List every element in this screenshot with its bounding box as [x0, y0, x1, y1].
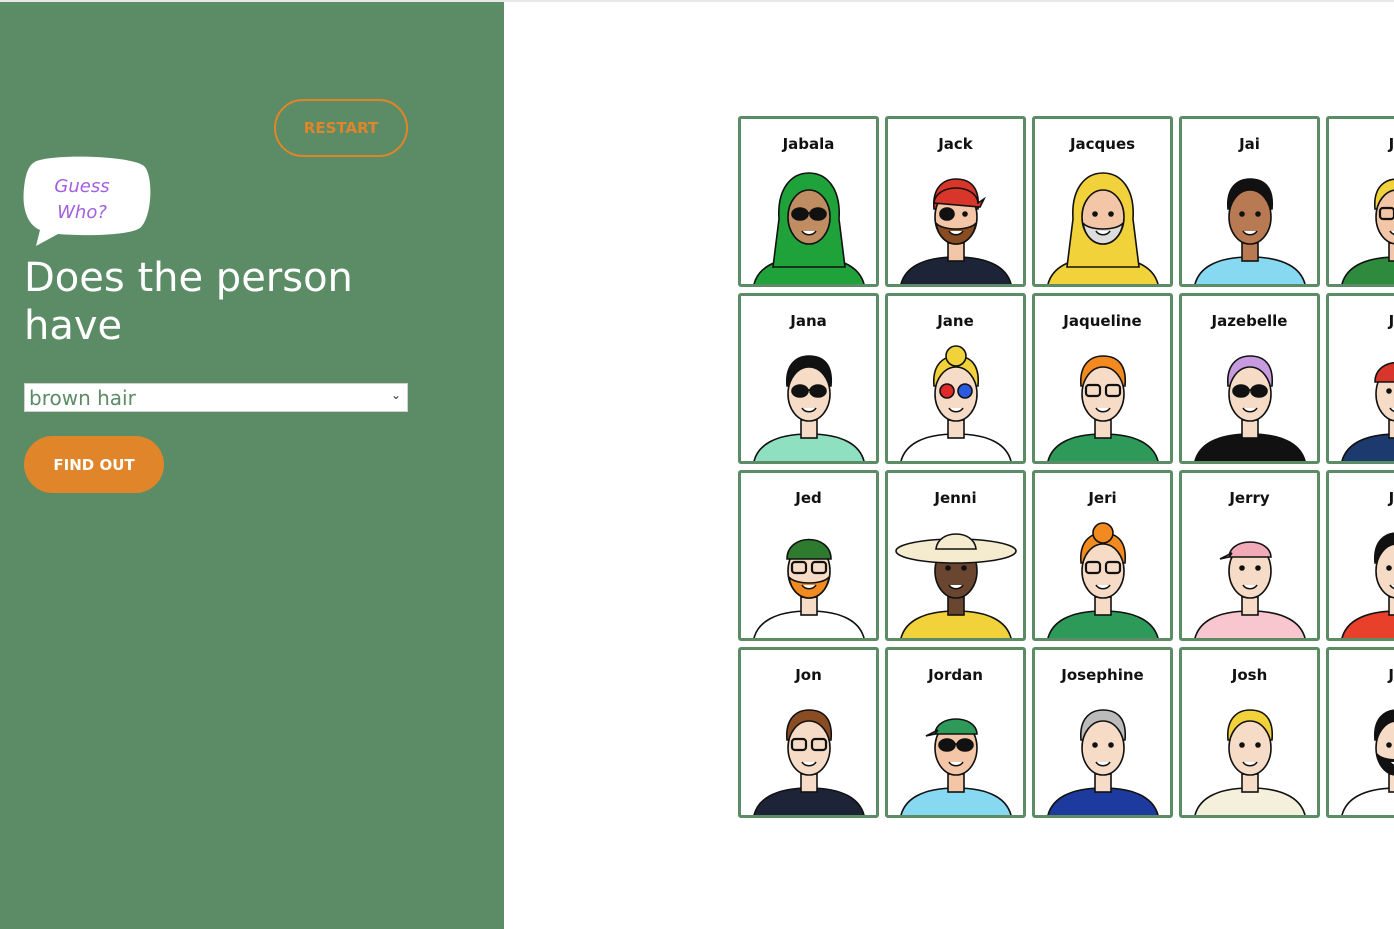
character-name: Jordan — [928, 666, 983, 684]
character-portrait-icon — [1047, 172, 1159, 284]
character-card[interactable]: Ja — [1326, 116, 1394, 287]
character-name: Josh — [1231, 666, 1268, 684]
portrait — [1341, 362, 1394, 461]
character-card[interactable]: Je — [1326, 293, 1394, 464]
chevron-down-icon: ⌄ — [390, 388, 401, 402]
character-name: Jane — [937, 312, 974, 330]
character-name: Ju — [1388, 666, 1394, 684]
character-card[interactable]: Jabala — [738, 116, 879, 287]
portrait — [753, 538, 865, 638]
character-card[interactable]: Jaqueline — [1032, 293, 1173, 464]
character-name: Jeri — [1088, 489, 1117, 507]
character-card[interactable]: Jeri — [1032, 470, 1173, 641]
portrait — [1047, 522, 1159, 638]
character-name: Jerry — [1229, 489, 1270, 507]
character-card[interactable]: Josh — [1179, 647, 1320, 818]
guess-who-logo: Guess Who? — [22, 156, 154, 248]
character-name: Jai — [1239, 135, 1260, 153]
character-board: Jabala Jack Jacques Jai Ja Jana Jane Jaqueline J… — [738, 116, 1394, 820]
character-portrait-icon — [1341, 362, 1394, 461]
restart-button[interactable]: RESTART — [274, 99, 408, 157]
portrait — [1341, 532, 1394, 638]
portrait — [1047, 355, 1159, 461]
logo-line-2: Who? — [57, 202, 107, 223]
character-name: Jon — [795, 666, 822, 684]
character-card[interactable]: Jai — [1179, 116, 1320, 287]
character-portrait-icon — [1341, 178, 1394, 284]
portrait — [753, 172, 865, 284]
portrait — [1047, 172, 1159, 284]
character-name: Je — [1388, 312, 1394, 330]
find-out-button[interactable]: FIND OUT — [24, 436, 164, 493]
character-portrait-icon — [1341, 532, 1394, 638]
character-portrait-icon — [900, 718, 1012, 815]
character-card[interactable]: Jacques — [1032, 116, 1173, 287]
character-card[interactable]: Jazebelle — [1179, 293, 1320, 464]
character-card[interactable]: Jane — [885, 293, 1026, 464]
character-portrait-icon — [1047, 709, 1159, 815]
portrait — [900, 178, 1012, 284]
portrait — [753, 709, 865, 815]
question-heading: Does the person have — [24, 255, 353, 349]
character-portrait-icon — [1194, 355, 1306, 461]
portrait — [1047, 709, 1159, 815]
character-name: Ja — [1388, 135, 1394, 153]
character-name: Jazebelle — [1211, 312, 1288, 330]
portrait — [1194, 355, 1306, 461]
select-value: brown hair — [29, 385, 136, 410]
character-card[interactable]: Jana — [738, 293, 879, 464]
character-card[interactable]: Josephine — [1032, 647, 1173, 818]
portrait — [753, 355, 865, 461]
character-name: Jabala — [782, 135, 835, 153]
character-name: Jenni — [934, 489, 977, 507]
character-name: Josephine — [1061, 666, 1144, 684]
portrait — [1194, 541, 1306, 638]
character-card[interactable]: Jed — [738, 470, 879, 641]
character-name: Jaqueline — [1063, 312, 1142, 330]
character-name: Jack — [938, 135, 973, 153]
character-portrait-icon — [900, 345, 1012, 461]
character-card[interactable]: Jon — [738, 647, 879, 818]
character-portrait-icon — [753, 709, 865, 815]
portrait — [900, 718, 1012, 815]
character-portrait-icon — [753, 172, 865, 284]
sidebar: RESTART Guess Who? Does the person have … — [0, 2, 504, 929]
character-name: Je — [1388, 489, 1394, 507]
character-card[interactable]: Jenni — [885, 470, 1026, 641]
portrait — [900, 345, 1012, 461]
character-card[interactable]: Ju — [1326, 647, 1394, 818]
portrait — [1341, 178, 1394, 284]
character-card[interactable]: Je — [1326, 470, 1394, 641]
logo-line-1: Guess — [54, 176, 110, 197]
character-name: Jed — [795, 489, 822, 507]
portrait — [1341, 709, 1394, 815]
character-card[interactable]: Jerry — [1179, 470, 1320, 641]
portrait — [1194, 178, 1306, 284]
character-portrait-icon — [1047, 522, 1159, 638]
character-portrait-icon — [900, 178, 1012, 284]
character-card[interactable]: Jack — [885, 116, 1026, 287]
character-portrait-icon — [1047, 355, 1159, 461]
attribute-select[interactable]: brown hair ⌄ — [24, 383, 408, 412]
character-portrait-icon — [1194, 709, 1306, 815]
character-portrait-icon — [1194, 178, 1306, 284]
character-portrait-icon — [1194, 541, 1306, 638]
character-name: Jacques — [1069, 135, 1136, 153]
character-name: Jana — [790, 312, 827, 330]
character-card[interactable]: Jordan — [885, 647, 1026, 818]
character-portrait-icon — [1341, 709, 1394, 815]
character-portrait-icon — [753, 538, 865, 638]
character-portrait-icon — [753, 355, 865, 461]
character-portrait-icon — [895, 533, 1017, 638]
portrait — [1194, 709, 1306, 815]
portrait — [895, 533, 1017, 638]
